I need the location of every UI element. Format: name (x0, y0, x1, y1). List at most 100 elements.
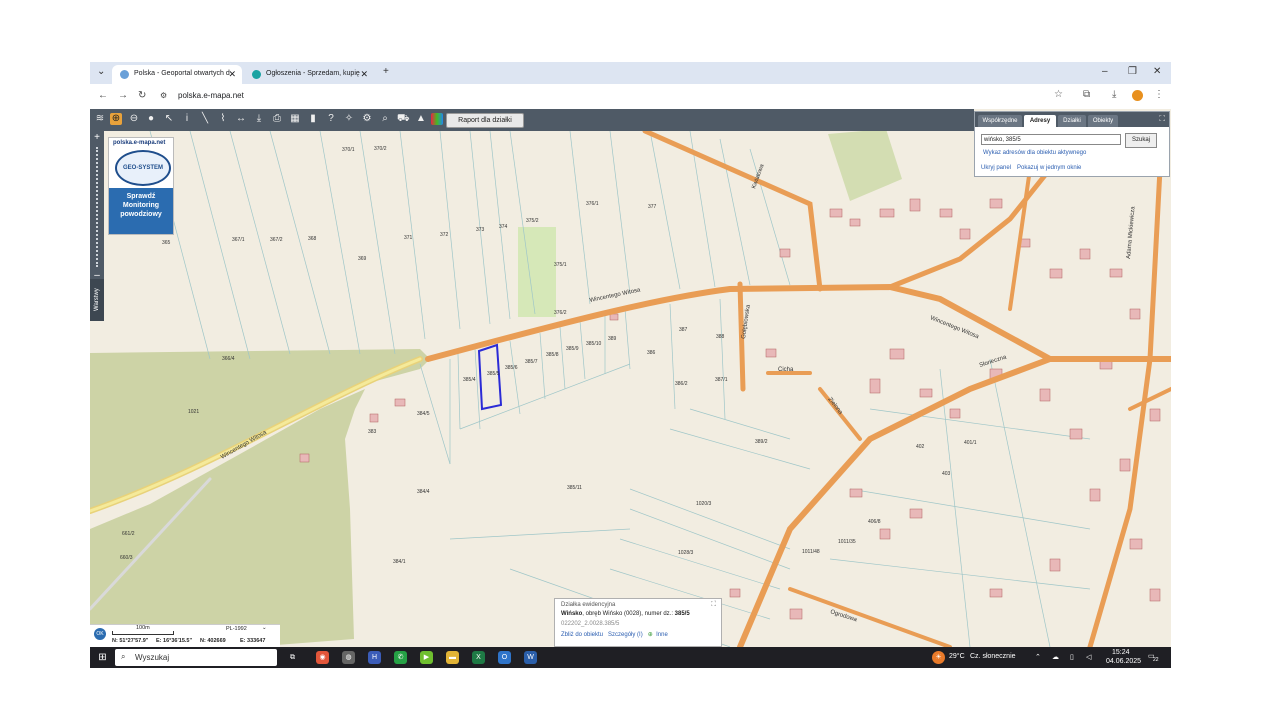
layers-icon[interactable]: ≋ (94, 113, 106, 125)
parcel-label[interactable]: 366/4 (222, 356, 235, 362)
parcel-label[interactable]: 387 (679, 327, 687, 333)
parcel-label[interactable]: 384/1 (393, 559, 406, 565)
word-icon[interactable]: W (524, 651, 537, 664)
tab-geoportal[interactable]: Polska - Geoportal otwartych d ✕ (112, 65, 242, 84)
measure-line-icon[interactable]: ╲ (199, 113, 211, 125)
settings-icon[interactable]: ⚙ (361, 113, 373, 125)
parcel-label[interactable]: 1028/3 (678, 550, 693, 556)
parcel-label[interactable]: 402 (916, 444, 924, 450)
other-link[interactable]: Inne (656, 632, 668, 638)
parcel-label[interactable]: 372 (440, 232, 448, 238)
parcel-label[interactable]: 377 (648, 204, 656, 210)
help-icon[interactable]: ? (325, 113, 337, 125)
parcel-label[interactable]: 385/9 (566, 346, 579, 352)
info-icon[interactable]: i (181, 113, 193, 125)
battery-icon[interactable]: ▯ (1070, 653, 1074, 661)
comment-icon[interactable]: ▮ (307, 113, 319, 125)
color-icon[interactable] (431, 113, 443, 125)
zoom-slider-track[interactable] (96, 147, 100, 267)
measure-area-icon[interactable]: ⌇ (217, 113, 229, 125)
parcel-label[interactable]: 385/7 (525, 359, 538, 365)
print-icon[interactable]: ⎙ (271, 113, 283, 125)
search-icon[interactable]: ⌕ (379, 113, 391, 125)
parcel-label[interactable]: 387/1 (715, 377, 728, 383)
map-view[interactable]: Wincentego Witosa Wincentego Witosa Winc… (90, 109, 1171, 647)
address-search-input[interactable]: wińsko, 385/5 (981, 134, 1121, 145)
extensions-icon[interactable]: ⧉ (1083, 89, 1090, 100)
parcel-label[interactable]: 369 (358, 256, 366, 262)
taskbar-search[interactable]: ⌕ Wyszukaj (115, 649, 277, 666)
expand-panel-icon[interactable]: ⛶ (1159, 114, 1165, 124)
parcel-label[interactable]: 389 (608, 336, 616, 342)
profile-avatar-icon[interactable] (1132, 90, 1143, 101)
add-icon[interactable]: ⊕ (648, 632, 653, 638)
parcel-label[interactable]: 385/4 (463, 377, 476, 383)
parcel-label[interactable]: 406/8 (868, 519, 881, 525)
zoom-in-icon[interactable]: ⊕ (110, 113, 122, 125)
parcel-label[interactable]: 385/10 (586, 341, 601, 347)
windows-start-icon[interactable]: ⊞ (96, 651, 109, 664)
tab-list-icon[interactable]: ⌄ (97, 66, 105, 77)
back-icon[interactable]: ← (98, 90, 108, 101)
menu-kebab-icon[interactable]: ⋮ (1154, 89, 1164, 100)
zoom-plus-icon[interactable]: + (92, 133, 102, 143)
clock-time[interactable]: 15:24 (1112, 649, 1130, 656)
parcel-label[interactable]: 385/11 (567, 485, 582, 491)
parcel-label[interactable]: 367/1 (232, 237, 245, 243)
zoom-to-object-link[interactable]: Zbliż do obiektu (561, 632, 603, 638)
parcel-label[interactable]: 1021 (188, 409, 199, 415)
outlook-icon[interactable]: O (498, 651, 511, 664)
weather-icon[interactable]: ☀ (932, 651, 945, 664)
zoom-out-icon[interactable]: ⊖ (128, 113, 140, 125)
flood-monitoring-button[interactable]: Sprawdź Monitoring powodziowy (109, 188, 173, 234)
maximize-icon[interactable]: ❐ (1128, 66, 1137, 77)
crs-select[interactable]: PL-1992 (226, 626, 247, 632)
expand-popup-icon[interactable]: ⛶ (711, 601, 716, 609)
pointer-icon[interactable]: ↖ (163, 113, 175, 125)
parcel-label[interactable]: 1011/35 (838, 539, 856, 545)
excel-icon[interactable]: X (472, 651, 485, 664)
ok-icon[interactable]: OK (94, 628, 106, 640)
h-app-icon[interactable]: H (368, 651, 381, 664)
close-tab-icon[interactable]: ✕ (228, 69, 236, 80)
parcel-label[interactable]: 384/4 (417, 489, 430, 495)
tab-adresy[interactable]: Adresy (1024, 115, 1056, 127)
single-window-link[interactable]: Pokazuj w jednym oknie (1017, 165, 1081, 171)
download-icon[interactable]: ⤓ (253, 113, 265, 125)
parcel-label[interactable]: 385/6 (505, 365, 518, 371)
parcel-label[interactable]: 384/5 (417, 411, 430, 417)
geosystem-logo[interactable]: polska.e-mapa.net GEO-SYSTEM Sprawdź Mon… (108, 137, 174, 235)
warning-icon[interactable]: ▲ (415, 113, 427, 125)
bookmark-star-icon[interactable]: ☆ (1054, 89, 1063, 100)
search-button[interactable]: Szukaj (1125, 133, 1157, 148)
parcel-label[interactable]: 375/1 (554, 262, 567, 268)
close-window-icon[interactable]: ✕ (1153, 66, 1161, 77)
whatsapp-icon[interactable]: ✆ (394, 651, 407, 664)
tab-dzialki[interactable]: Działki (1058, 115, 1086, 127)
details-link[interactable]: Szczegóły (I) (608, 632, 643, 638)
reload-icon[interactable]: ↻ (138, 90, 146, 101)
downloads-icon[interactable]: ⤓ (1112, 89, 1116, 100)
parcel-label[interactable]: 373 (476, 227, 484, 233)
parcel-label[interactable]: 375/2 (526, 218, 539, 224)
app-icon[interactable]: ◍ (342, 651, 355, 664)
parcel-label[interactable]: 385/8 (546, 352, 559, 358)
parcel-label[interactable]: 403 (942, 471, 950, 477)
parcel-label[interactable]: 371 (404, 235, 412, 241)
new-tab-icon[interactable]: + (383, 66, 389, 77)
clock-date[interactable]: 04.06.2025 (1106, 658, 1141, 665)
parcel-label-385-5[interactable]: 385/5 (487, 371, 500, 377)
volume-icon[interactable]: ◁ (1086, 653, 1091, 661)
parcel-label[interactable]: 386/2 (675, 381, 688, 387)
parcel-label[interactable]: 1011/48 (802, 549, 820, 555)
parcel-label[interactable]: 370/1 (342, 147, 355, 153)
parcel-label[interactable]: 376/1 (586, 201, 599, 207)
share-icon[interactable]: ✧ (343, 113, 355, 125)
parcel-label[interactable]: 660/3 (120, 555, 133, 561)
minimize-icon[interactable]: – (1102, 66, 1108, 77)
parcel-label[interactable]: 661/2 (122, 531, 135, 537)
tab-ogloszenia[interactable]: Ogłoszenia - Sprzedam, kupię ✕ (244, 65, 374, 84)
hide-panel-link[interactable]: Ukryj panel (981, 165, 1011, 171)
parcel-label[interactable]: 389/2 (755, 439, 768, 445)
parcel-label[interactable]: 401/1 (964, 440, 977, 446)
